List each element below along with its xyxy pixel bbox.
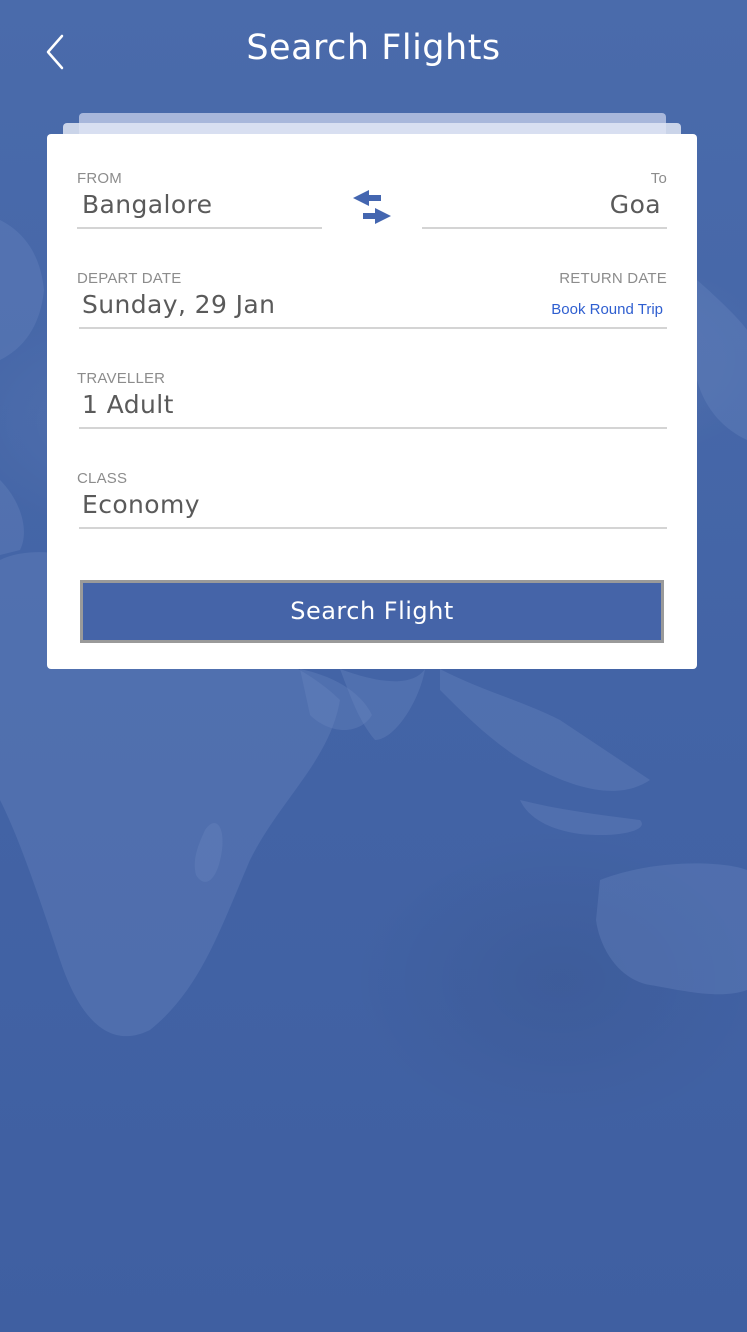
date-underline [79, 327, 667, 329]
to-label: To [650, 170, 667, 187]
to-value: Goa [609, 190, 661, 219]
class-field[interactable]: Economy [77, 486, 667, 528]
class-value: Economy [82, 490, 200, 519]
from-field[interactable]: Bangalore [77, 186, 322, 228]
return-date-label: RETURN DATE [559, 270, 667, 287]
from-underline [77, 227, 322, 229]
traveller-value: 1 Adult [82, 390, 174, 419]
swap-button[interactable] [349, 188, 395, 228]
depart-date-value: Sunday, 29 Jan [82, 290, 276, 319]
to-field[interactable]: Goa [422, 186, 667, 228]
search-form-card: FROM Bangalore To Goa DEPART DATE Sunday… [47, 134, 697, 669]
book-round-trip-link[interactable]: Book Round Trip [487, 301, 663, 318]
to-underline [422, 227, 667, 229]
class-underline [79, 527, 667, 529]
traveller-underline [79, 427, 667, 429]
from-label: FROM [77, 170, 122, 187]
search-flight-button[interactable]: Search Flight [80, 580, 664, 643]
traveller-field[interactable]: 1 Adult [77, 386, 667, 428]
swap-arrows-icon [353, 190, 391, 224]
class-label: CLASS [77, 470, 128, 487]
page-title: Search Flights [246, 28, 501, 68]
traveller-label: TRAVELLER [77, 370, 166, 387]
from-value: Bangalore [82, 190, 213, 219]
depart-date-field[interactable]: Sunday, 29 Jan [77, 286, 497, 328]
depart-date-label: DEPART DATE [77, 270, 182, 287]
